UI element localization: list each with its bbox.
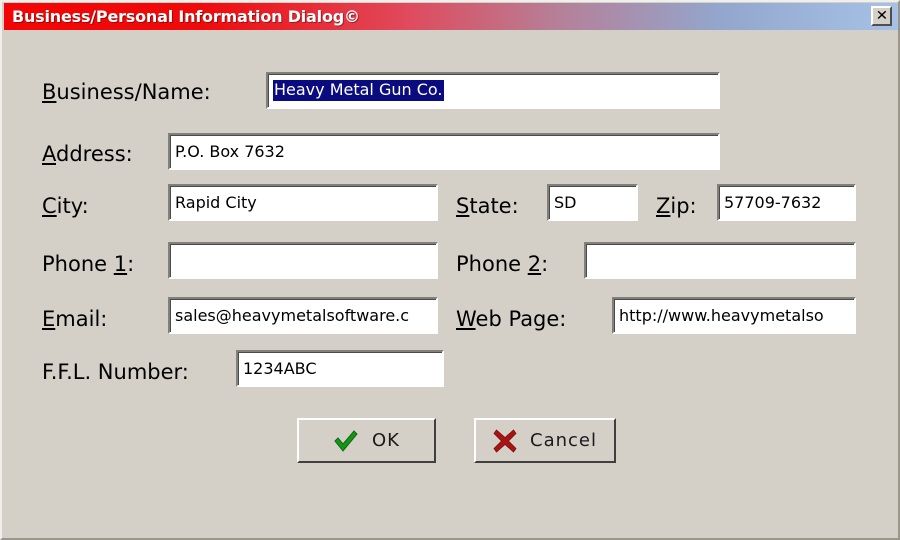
email-input[interactable]: sales@heavymetalsoftware.c bbox=[168, 297, 438, 334]
zip-input[interactable]: 57709-7632 bbox=[717, 184, 856, 221]
state-value: SD bbox=[554, 192, 577, 212]
state-label: State: bbox=[456, 194, 519, 218]
dialog-client-area: Business/Name: Heavy Metal Gun Co. Addre… bbox=[4, 31, 898, 538]
cross-icon bbox=[493, 428, 517, 453]
city-label: City: bbox=[42, 194, 89, 218]
phone2-label: Phone 2: bbox=[456, 252, 549, 276]
phone1-input[interactable] bbox=[168, 242, 438, 279]
zip-label: Zip: bbox=[656, 194, 697, 218]
business-personal-information-dialog: Business/Personal Information Dialog© ✕ … bbox=[0, 0, 900, 540]
phone2-input[interactable] bbox=[584, 242, 856, 279]
email-label: Email: bbox=[42, 307, 108, 331]
email-value: sales@heavymetalsoftware.c bbox=[175, 305, 410, 325]
web-page-label: Web Page: bbox=[456, 307, 567, 331]
ffl-number-label: F.F.L. Number: bbox=[42, 360, 189, 384]
zip-value: 57709-7632 bbox=[724, 192, 822, 212]
address-value: P.O. Box 7632 bbox=[175, 141, 285, 161]
ok-button[interactable]: OK bbox=[297, 418, 436, 463]
cancel-button-label: Cancel bbox=[530, 429, 597, 451]
window-title: Business/Personal Information Dialog© bbox=[12, 7, 360, 26]
ok-button-label: OK bbox=[372, 429, 400, 451]
web-page-input[interactable]: http://www.heavymetalso bbox=[612, 297, 856, 334]
business-name-input[interactable]: Heavy Metal Gun Co. bbox=[266, 72, 720, 109]
close-icon: ✕ bbox=[875, 8, 888, 24]
cancel-button[interactable]: Cancel bbox=[474, 418, 616, 463]
business-name-value: Heavy Metal Gun Co. bbox=[273, 80, 444, 101]
city-value: Rapid City bbox=[175, 192, 257, 212]
phone1-label: Phone 1: bbox=[42, 252, 135, 276]
address-input[interactable]: P.O. Box 7632 bbox=[168, 133, 720, 170]
web-page-value: http://www.heavymetalso bbox=[619, 305, 824, 325]
ffl-number-value: 1234ABC bbox=[243, 358, 317, 378]
business-name-label: Business/Name: bbox=[42, 80, 211, 104]
title-bar[interactable]: Business/Personal Information Dialog© ✕ bbox=[4, 3, 898, 30]
ffl-number-input[interactable]: 1234ABC bbox=[236, 350, 444, 387]
address-label: Address: bbox=[42, 142, 133, 166]
close-button[interactable]: ✕ bbox=[871, 6, 892, 26]
state-input[interactable]: SD bbox=[547, 184, 638, 221]
city-input[interactable]: Rapid City bbox=[168, 184, 438, 221]
check-icon bbox=[333, 429, 359, 453]
